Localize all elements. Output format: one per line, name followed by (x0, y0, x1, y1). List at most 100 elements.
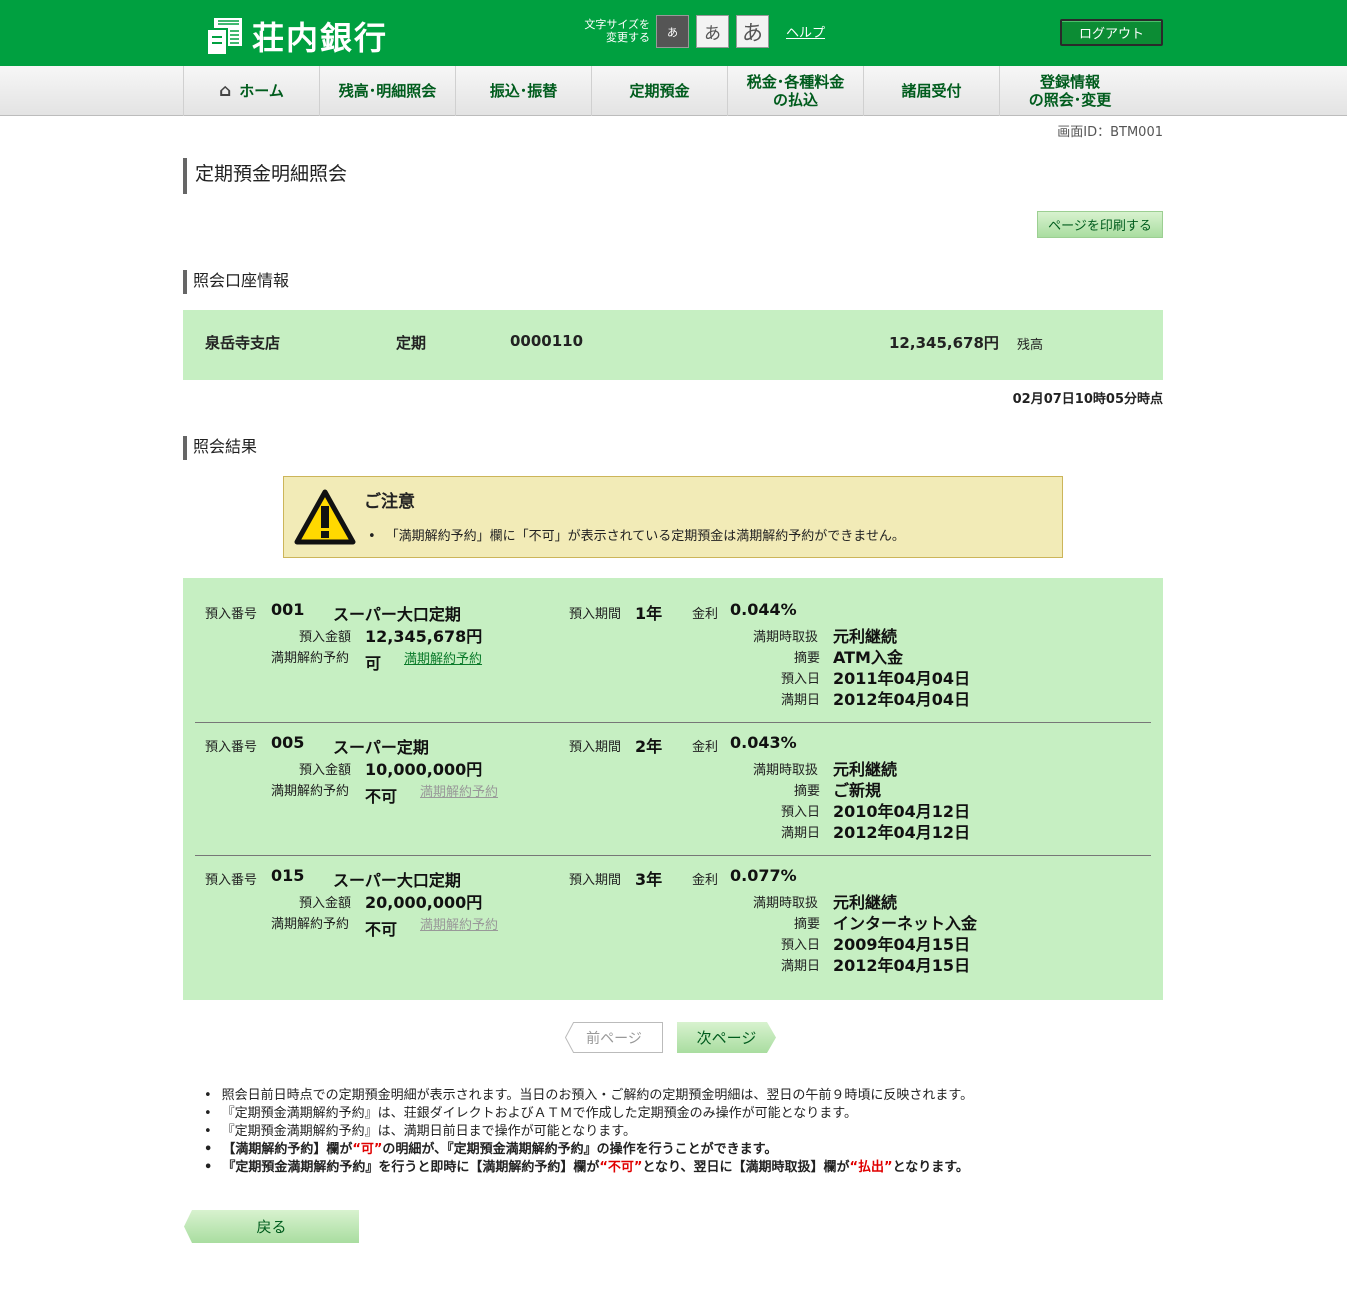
cancel-reservation-link: 満期解約予約 (420, 785, 499, 800)
nav-registration-label-1: 登録情報 (1039, 73, 1100, 91)
period-label: 預入期間 (569, 740, 622, 755)
memo-label: 摘要 (794, 784, 821, 799)
period-label: 預入期間 (569, 607, 622, 622)
font-size-label-line1: 文字サイズを (584, 18, 650, 31)
font-size-label-line2: 変更する (606, 31, 650, 44)
maturity-handling-label: 満期時取扱 (753, 763, 819, 778)
font-size-large-button[interactable]: あ (736, 15, 769, 48)
notice-text: 「満期解約予約」欄に「不可」が表示されている定期預金は満期解約予約ができません。 (368, 525, 905, 544)
maturity-date: 2012年04月04日 (833, 690, 971, 709)
note-text: 【満期解約予約】欄が (222, 1142, 353, 1157)
results-panel: 預入番号 001 スーパー大口定期 預入金額 12,345,678円 満期解約予… (183, 578, 1163, 1000)
note-item: 【満期解約予約】欄が“可”の明細が、『定期預金満期解約予約』の操作を行うことがで… (204, 1141, 973, 1159)
font-size-small-button[interactable]: あ (656, 15, 689, 48)
note-text: 『定期預金満期解約予約』を行うと即時に【満期解約予約】欄が (222, 1160, 600, 1175)
rate-label: 金利 (692, 873, 719, 888)
screen-id: 画面ID：BTM001 (1057, 125, 1163, 140)
nav-home[interactable]: ⌂ ホーム (184, 66, 320, 116)
memo-label: 摘要 (794, 651, 821, 666)
bank-logo-icon (206, 16, 244, 56)
cancel-status: 不可 (365, 920, 398, 939)
amount: 20,000,000円 (365, 893, 483, 912)
nav-balance[interactable]: 残高･明細照会 (320, 66, 456, 116)
maturity-handling-label: 満期時取扱 (753, 896, 819, 911)
deposit-record: 預入番号 015 スーパー大口定期 預入金額 20,000,000円 満期解約予… (195, 855, 1151, 988)
notice-box: ご注意 「満期解約予約」欄に「不可」が表示されている定期預金は満期解約予約ができ… (283, 476, 1063, 558)
cancel-reservation-link: 満期解約予約 (420, 918, 499, 933)
deposit-no-label: 預入番号 (205, 607, 258, 622)
note-highlight: “払出” (849, 1160, 893, 1175)
deposit-date-label: 預入日 (781, 672, 821, 687)
maturity-handling-label: 満期時取扱 (753, 630, 819, 645)
deposit-no-label: 預入番号 (205, 740, 258, 755)
notice-title: ご注意 (364, 492, 415, 512)
amount-label: 預入金額 (299, 763, 352, 778)
next-page-button[interactable]: 次ページ (677, 1022, 776, 1053)
note-text: となり、翌日に【満期時取扱】欄が (642, 1160, 850, 1175)
nav-tax-payment[interactable]: 税金･各種料金 の払込 (728, 66, 864, 116)
print-page-button[interactable]: ページを印刷する (1037, 211, 1163, 238)
nav-transfer[interactable]: 振込･振替 (456, 66, 592, 116)
period: 3年 (635, 870, 663, 889)
note-highlight: “可” (352, 1142, 383, 1157)
warning-icon (294, 489, 356, 545)
rate: 0.043% (730, 733, 797, 752)
main-nav: ⌂ ホーム 残高･明細照会 振込･振替 定期預金 税金･各種料金 の払込 諸届受… (0, 66, 1347, 116)
rate: 0.044% (730, 600, 797, 619)
font-size-label: 文字サイズを 変更する (576, 18, 650, 44)
cancel-reservation-label: 満期解約予約 (271, 651, 350, 666)
rate-label: 金利 (692, 607, 719, 622)
nav-home-label: ホーム (239, 82, 284, 100)
cancel-reservation-label: 満期解約予約 (271, 784, 350, 799)
memo-label: 摘要 (794, 917, 821, 932)
help-link[interactable]: ヘルプ (786, 22, 825, 41)
note-text: となります。 (892, 1160, 969, 1175)
note-highlight: “不可” (599, 1160, 643, 1175)
account-number: 0000110 (510, 332, 584, 350)
product-name: スーパー大口定期 (333, 871, 461, 890)
nav-registration[interactable]: 登録情報 の照会･変更 (1000, 66, 1140, 116)
as-of-timestamp: 02月07日10時05分時点 (1012, 392, 1163, 407)
nav-time-deposit[interactable]: 定期預金 (592, 66, 728, 116)
account-balance-label: 残高 (1017, 338, 1044, 353)
deposit-record: 預入番号 005 スーパー定期 預入金額 10,000,000円 満期解約予約 … (195, 722, 1151, 855)
note-item: 照会日前日時点での定期預金明細が表示されます。当日のお預入・ご解約の定期預金明細… (204, 1087, 973, 1105)
note-item: 『定期預金満期解約予約』は、荘銀ダイレクトおよびＡＴＭで作成した定期預金のみ操作… (204, 1105, 973, 1123)
maturity-date: 2012年04月12日 (833, 823, 971, 842)
account-type: 定期 (396, 334, 427, 352)
bank-logo[interactable]: 荘内銀行 (206, 13, 388, 59)
deposit-date-label: 預入日 (781, 938, 821, 953)
nav-registration-label-2: の照会･変更 (1028, 91, 1112, 109)
amount-label: 預入金額 (299, 896, 352, 911)
notes-list: 照会日前日時点での定期預金明細が表示されます。当日のお預入・ご解約の定期預金明細… (204, 1087, 973, 1177)
amount: 12,345,678円 (365, 627, 483, 646)
nav-notifications[interactable]: 諸届受付 (864, 66, 1000, 116)
page-title: 定期預金明細照会 (183, 158, 347, 194)
font-size-medium-button[interactable]: あ (696, 15, 729, 48)
amount: 10,000,000円 (365, 760, 483, 779)
period-label: 預入期間 (569, 873, 622, 888)
account-balance: 12,345,678円 (889, 334, 999, 352)
product-name: スーパー定期 (333, 738, 429, 757)
bank-name: 荘内銀行 (252, 19, 389, 57)
deposit-date-label: 預入日 (781, 805, 821, 820)
logout-button[interactable]: ログアウト (1060, 19, 1163, 46)
header: 荘内銀行 文字サイズを 変更する あ あ あ ヘルプ ログアウト (0, 0, 1347, 66)
prev-page-button[interactable]: 前ページ (565, 1022, 663, 1053)
note-text: の明細が、『定期預金満期解約予約』の操作を行うことができます。 (382, 1142, 778, 1157)
back-button[interactable]: 戻る (184, 1210, 359, 1243)
maturity-date-label: 満期日 (781, 826, 821, 841)
maturity-date-label: 満期日 (781, 693, 821, 708)
note-item: 『定期預金満期解約予約』を行うと即時に【満期解約予約】欄が“不可”となり、翌日に… (204, 1159, 973, 1177)
period: 1年 (635, 604, 663, 623)
nav-tax-label-1: 税金･各種料金 (746, 73, 845, 91)
product-name: スーパー大口定期 (333, 605, 461, 624)
maturity-date: 2012年04月15日 (833, 956, 971, 975)
cancel-status: 可 (365, 654, 382, 673)
cancel-status: 不可 (365, 787, 398, 806)
results-section-title: 照会結果 (183, 436, 257, 460)
deposit-no: 005 (271, 733, 305, 752)
cancel-reservation-link[interactable]: 満期解約予約 (404, 648, 482, 667)
prev-page-button-wrapper: 前ページ (565, 1022, 663, 1053)
cancel-reservation-label: 満期解約予約 (271, 917, 350, 932)
